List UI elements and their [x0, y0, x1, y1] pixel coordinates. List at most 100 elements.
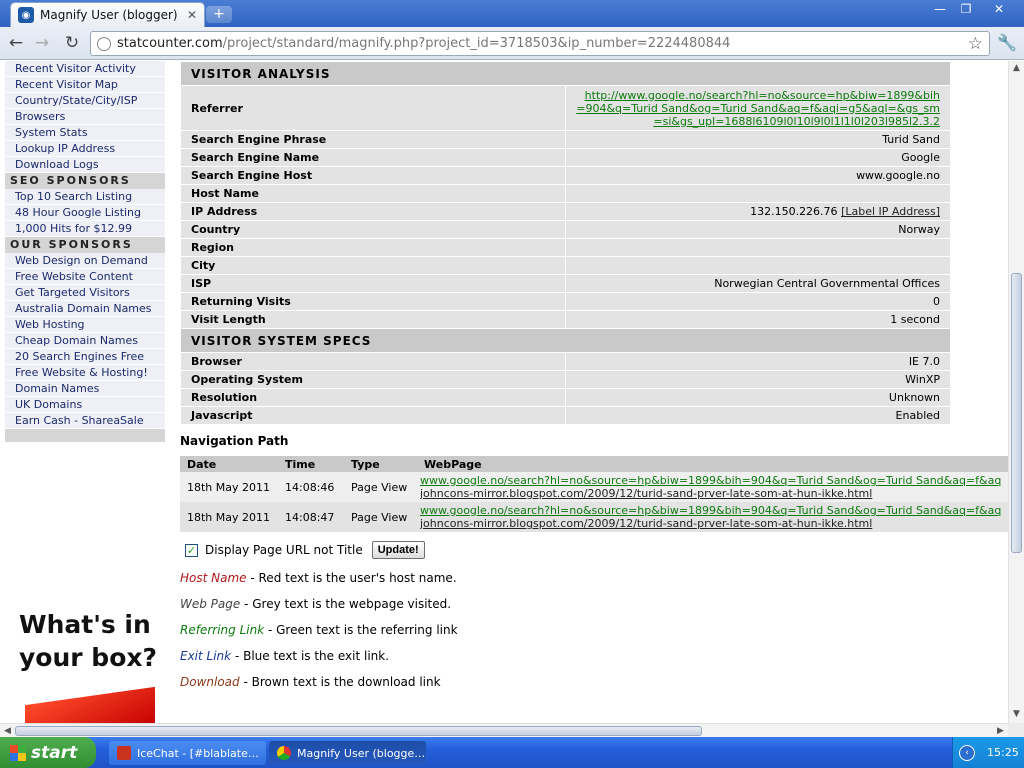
sidebar-menu-item[interactable]: Recent Visitor Map	[5, 77, 165, 93]
ad-banner[interactable]: What's in your box?	[5, 608, 165, 723]
our-sponsor-item[interactable]: Get Targeted Visitors	[5, 285, 165, 301]
scroll-right-icon[interactable]: ▶	[993, 724, 1008, 738]
browser-title-bar: ◉ Magnify User (blogger) ✕ + — ❐ ✕	[0, 0, 1024, 27]
info-value-text: www.google.no	[856, 169, 940, 182]
address-url[interactable]: statcounter.com/project/standard/magnify…	[117, 36, 968, 51]
referring-link[interactable]: www.google.no/search?hl=no&source=hp&biw…	[420, 474, 1001, 487]
scrollbar-corner	[1008, 723, 1024, 737]
our-sponsor-item[interactable]: UK Domains	[5, 397, 165, 413]
page-viewport: Recent Visitor Activity Recent Visitor Ma…	[0, 61, 1008, 723]
vertical-scroll-thumb[interactable]	[1011, 273, 1022, 553]
taskbar-item-label: IceChat - [#blablate…	[137, 746, 259, 760]
info-value-text: 0	[933, 295, 940, 308]
info-value-text: Norway	[898, 223, 940, 236]
our-sponsor-item[interactable]: Free Website & Hosting!	[5, 365, 165, 381]
info-value: Enabled	[565, 406, 951, 425]
seo-sponsor-item[interactable]: 1,000 Hits for $12.99	[5, 221, 165, 237]
sidebar-menu-item[interactable]: Download Logs	[5, 157, 165, 173]
our-sponsor-item[interactable]: Web Design on Demand	[5, 253, 165, 269]
visitor-analysis-table: VISITOR ANALYSIS Referrer http://www.goo…	[180, 61, 951, 425]
display-url-checkbox[interactable]: ✓	[185, 543, 198, 557]
start-label: start	[31, 742, 78, 763]
url-path: /project/standard/magnify.php?project_id…	[222, 36, 731, 51]
ad-line-1: What's in	[19, 610, 151, 639]
info-row: ISP Norwegian Central Governmental Office…	[180, 274, 951, 293]
reload-icon[interactable]: ↻	[61, 32, 83, 54]
wrench-menu-icon[interactable]: 🔧	[997, 33, 1017, 52]
our-sponsor-item[interactable]: Earn Cash - ShareaSale	[5, 413, 165, 429]
scroll-up-icon[interactable]: ▲	[1009, 61, 1024, 76]
taskbar-item-icechat[interactable]: IceChat - [#blablate…	[109, 741, 266, 765]
address-bar[interactable]: statcounter.com/project/standard/magnify…	[90, 31, 990, 56]
url-host: statcounter.com	[117, 36, 223, 51]
main-content: VISITOR ANALYSIS Referrer http://www.goo…	[180, 61, 1008, 689]
seo-sponsor-item[interactable]: Top 10 Search Listing	[5, 189, 165, 205]
info-label: Javascript	[180, 406, 566, 425]
seo-sponsors-list: Top 10 Search Listing 48 Hour Google List…	[5, 189, 165, 237]
window-close-button[interactable]: ✕	[980, 0, 1018, 18]
sidebar-menu-item[interactable]: Browsers	[5, 109, 165, 125]
info-label: Region	[180, 238, 566, 257]
our-sponsor-item[interactable]: Free Website Content	[5, 269, 165, 285]
nav-header-row: Date Time Type WebPage	[180, 456, 1008, 472]
horizontal-scrollbar[interactable]: ◀ ▶	[0, 723, 1008, 737]
window-minimize-button[interactable]: —	[927, 0, 953, 18]
visitor-analysis-heading: VISITOR ANALYSIS	[180, 61, 951, 86]
webpage-link[interactable]: johncons-mirror.blogspot.com/2009/12/tur…	[420, 487, 1001, 500]
scroll-down-icon[interactable]: ▼	[1009, 707, 1024, 722]
sidebar-menu-item[interactable]: System Stats	[5, 125, 165, 141]
our-sponsors-list: Web Design on Demand Free Website Content…	[5, 253, 165, 429]
system-specs-heading: VISITOR SYSTEM SPECS	[180, 328, 951, 353]
label-ip-address-link[interactable]: [Label IP Address]	[841, 205, 940, 218]
window-maximize-button[interactable]: ❐	[953, 0, 979, 18]
info-row: Javascript Enabled	[180, 406, 951, 425]
tab-title: Magnify User (blogger)	[40, 8, 178, 22]
info-value-text: 1 second	[890, 313, 940, 326]
legend-description: - Blue text is the exit link.	[231, 649, 390, 663]
forward-arrow-icon[interactable]: →	[31, 32, 53, 54]
url-display-options: ✓ Display Page URL not Title Update!	[180, 541, 1008, 559]
seo-sponsor-item[interactable]: 48 Hour Google Listing	[5, 205, 165, 221]
webpage-link[interactable]: johncons-mirror.blogspot.com/2009/12/tur…	[420, 517, 1001, 530]
vertical-scrollbar[interactable]: ▲ ▼	[1008, 61, 1024, 723]
legend-term: Web Page	[180, 597, 241, 611]
navigation-path-title: Navigation Path	[180, 434, 289, 448]
our-sponsor-item[interactable]: Cheap Domain Names	[5, 333, 165, 349]
taskbar-item-chrome[interactable]: Magnify User (blogge…	[269, 741, 426, 765]
tray-expand-icon[interactable]: ‹	[959, 744, 975, 761]
scroll-left-icon[interactable]: ◀	[0, 724, 15, 738]
our-sponsor-item[interactable]: 20 Search Engines Free	[5, 349, 165, 365]
sidebar-menu-item[interactable]: Country/State/City/ISP	[5, 93, 165, 109]
our-sponsor-item[interactable]: Australia Domain Names	[5, 301, 165, 317]
nav-type: Page View	[344, 472, 417, 502]
back-arrow-icon[interactable]: ←	[5, 32, 27, 54]
info-label: City	[180, 256, 566, 275]
info-row: Search Engine Name Google	[180, 148, 951, 167]
sidebar-menu-item[interactable]: Lookup IP Address	[5, 141, 165, 157]
info-label: ISP	[180, 274, 566, 293]
info-row: Region	[180, 238, 951, 257]
start-button[interactable]: start	[0, 737, 96, 768]
taskbar-item-label: Magnify User (blogge…	[297, 746, 426, 760]
our-sponsor-item[interactable]: Domain Names	[5, 381, 165, 397]
horizontal-scroll-thumb[interactable]	[15, 726, 702, 736]
info-label: Search Engine Host	[180, 166, 566, 185]
info-label: Browser	[180, 352, 566, 371]
legend-description: - Grey text is the webpage visited.	[240, 597, 452, 611]
new-tab-button[interactable]: +	[206, 6, 232, 23]
legend-term: Exit Link	[180, 649, 232, 663]
nav-time: 14:08:46	[278, 472, 344, 502]
our-sponsor-item[interactable]: Web Hosting	[5, 317, 165, 333]
referrer-link[interactable]: http://www.google.no/search?hl=no&source…	[576, 89, 940, 128]
clock[interactable]: 15:25	[987, 746, 1019, 759]
referring-link[interactable]: www.google.no/search?hl=no&source=hp&biw…	[420, 504, 1001, 517]
bookmark-star-icon[interactable]: ☆	[968, 34, 983, 54]
tab-close-icon[interactable]: ✕	[184, 8, 200, 22]
nav-type: Page View	[344, 502, 417, 532]
update-button[interactable]: Update!	[371, 541, 425, 559]
sidebar-menu-item[interactable]: Recent Visitor Activity	[5, 61, 165, 77]
browser-tab-active[interactable]: ◉ Magnify User (blogger) ✕	[10, 2, 205, 27]
legend-description: - Brown text is the download link	[239, 675, 441, 689]
legend-item: Exit Link - Blue text is the exit link.	[180, 649, 1008, 663]
info-value-text: 132.150.226.76	[750, 205, 838, 218]
